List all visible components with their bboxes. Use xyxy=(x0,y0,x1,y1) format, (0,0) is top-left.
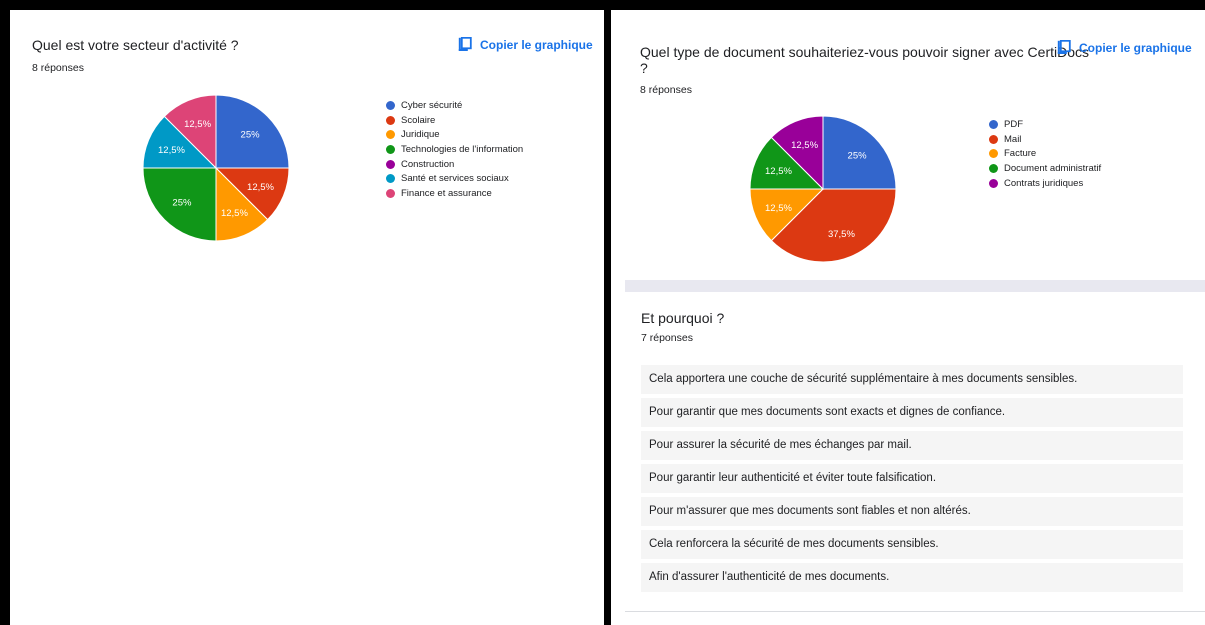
response-count: 7 réponses xyxy=(641,332,693,344)
response-item: Pour garantir leur authenticité et évite… xyxy=(641,464,1183,493)
response-item: Afin d'assurer l'authenticité de mes doc… xyxy=(641,563,1183,592)
legend-swatch xyxy=(989,163,998,173)
chart-legend: PDF Mail Facture Document administratif Cont… xyxy=(989,117,1101,190)
response-count: 8 réponses xyxy=(640,84,692,96)
legend-swatch xyxy=(386,188,395,198)
copy-chart-label: Copier le graphique xyxy=(480,38,593,52)
pie-chart-sector: 25% 12,5% 12,5% 25% 12,5% 12,5% xyxy=(142,94,290,242)
response-item: Pour assurer la sécurité de mes échanges… xyxy=(641,431,1183,460)
question-title-continuation: ? xyxy=(640,60,648,76)
legend-item-mail: Mail xyxy=(989,132,1101,147)
legend-item-facture: Facture xyxy=(989,146,1101,161)
slice-label-document-administratif: 12,5% xyxy=(765,166,792,177)
legend-label: Mail xyxy=(1004,133,1022,145)
legend-label: Document administratif xyxy=(1004,162,1102,174)
legend-swatch xyxy=(386,100,395,110)
legend-swatch xyxy=(989,119,998,129)
question-title: Quel type de document souhaiteriez-vous … xyxy=(640,44,1090,60)
legend-label: Santé et services sociaux xyxy=(401,173,509,185)
legend-label: Facture xyxy=(1004,148,1037,160)
legend-label: Construction xyxy=(401,158,455,170)
slice-label-facture: 12,5% xyxy=(765,203,792,214)
legend-swatch xyxy=(989,149,998,159)
legend-label: Scolaire xyxy=(401,114,436,126)
legend-swatch xyxy=(989,134,998,144)
legend-item-pdf: PDF xyxy=(989,117,1101,132)
copy-chart-button[interactable]: Copier le graphique xyxy=(458,37,593,53)
slice-label-contrats-juridiques: 12,5% xyxy=(791,140,818,151)
chart-card-sector: Quel est votre secteur d'activité ? 8 ré… xyxy=(10,10,604,625)
chart-card-document-type: Quel type de document souhaiteriez-vous … xyxy=(611,10,1205,625)
legend-item-document-administratif: Document administratif xyxy=(989,161,1101,176)
slice-label-juridique: 12,5% xyxy=(221,208,248,219)
slice-label-scolaire: 12,5% xyxy=(247,182,274,193)
legend-item-sante-et-services-sociaux: Santé et services sociaux xyxy=(386,171,523,186)
legend-item-cyber-securite: Cyber sécurité xyxy=(386,98,523,113)
legend-label: Cyber sécurité xyxy=(401,99,463,111)
section-divider xyxy=(625,280,1205,292)
bottom-divider xyxy=(625,611,1205,612)
legend-label: Contrats juridiques xyxy=(1004,177,1084,189)
slice-label-cyber-securite: 25% xyxy=(241,129,261,140)
response-list: Cela apportera une couche de sécurité su… xyxy=(641,365,1183,596)
response-item: Cela renforcera la sécurité de mes docum… xyxy=(641,530,1183,559)
legend-item-technologies-de-l-information: Technologies de l'information xyxy=(386,142,523,157)
slice-label-sante-et-services-sociaux: 12,5% xyxy=(158,145,185,156)
slice-label-technologies-de-l-information: 25% xyxy=(172,198,192,209)
legend-item-construction: Construction xyxy=(386,157,523,172)
copy-chart-label: Copier le graphique xyxy=(1079,41,1192,55)
slice-label-pdf: 25% xyxy=(848,150,868,161)
legend-swatch xyxy=(386,174,395,184)
legend-item-scolaire: Scolaire xyxy=(386,113,523,128)
legend-swatch xyxy=(386,115,395,125)
copy-icon xyxy=(458,37,472,53)
legend-item-juridique: Juridique xyxy=(386,127,523,142)
response-item: Cela apportera une couche de sécurité su… xyxy=(641,365,1183,394)
copy-icon xyxy=(1057,40,1071,56)
legend-swatch xyxy=(386,159,395,169)
legend-swatch xyxy=(989,178,998,188)
copy-chart-button[interactable]: Copier le graphique xyxy=(1057,40,1192,56)
legend-item-finance-et-assurance: Finance et assurance xyxy=(386,186,523,201)
response-count: 8 réponses xyxy=(32,62,84,74)
legend-label: Technologies de l'information xyxy=(401,143,524,155)
legend-swatch xyxy=(386,130,395,140)
legend-label: PDF xyxy=(1004,118,1023,130)
slice-label-mail: 37,5% xyxy=(828,229,855,240)
question-title: Quel est votre secteur d'activité ? xyxy=(32,37,239,53)
slice-label-finance-et-assurance: 12,5% xyxy=(184,119,211,130)
legend-label: Juridique xyxy=(401,129,440,141)
pie-chart-document-type: 25% 37,5% 12,5% 12,5% 12,5% xyxy=(749,115,897,263)
chart-legend: Cyber sécurité Scolaire Juridique Technolog… xyxy=(386,98,523,201)
response-item: Pour garantir que mes documents sont exa… xyxy=(641,398,1183,427)
response-item: Pour m'assurer que mes documents sont fi… xyxy=(641,497,1183,526)
legend-item-contrats-juridiques: Contrats juridiques xyxy=(989,176,1101,191)
question-title: Et pourquoi ? xyxy=(641,310,725,326)
legend-swatch xyxy=(386,144,395,154)
legend-label: Finance et assurance xyxy=(401,187,492,199)
